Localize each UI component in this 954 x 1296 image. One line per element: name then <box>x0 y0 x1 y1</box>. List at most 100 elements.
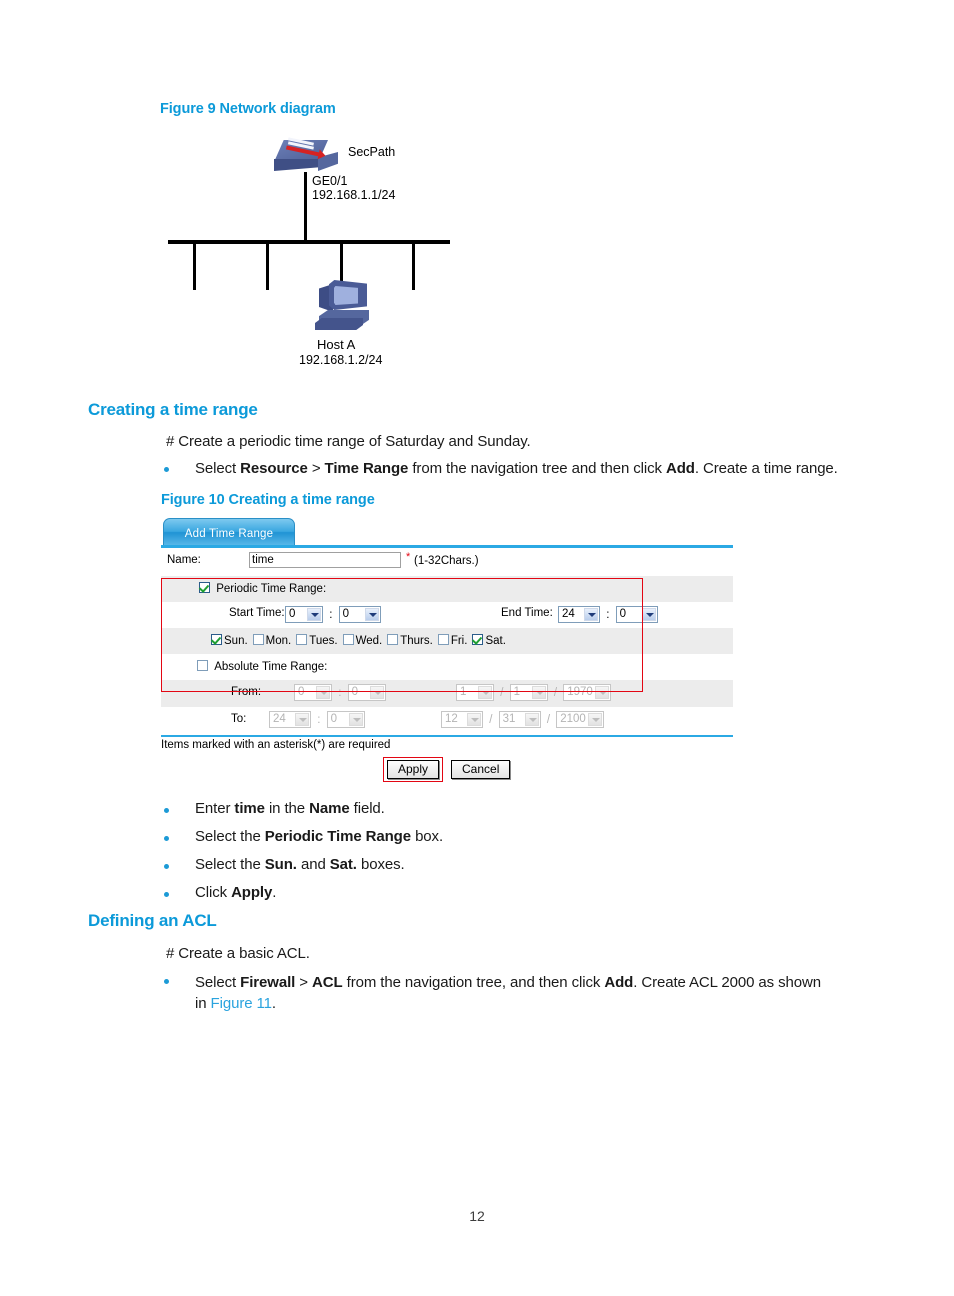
dialog-button-row: Apply Cancel <box>161 755 733 785</box>
cancel-button[interactable]: Cancel <box>451 760 511 779</box>
chevron-down-icon <box>524 713 539 726</box>
start-minute-select[interactable]: 0 <box>338 606 381 623</box>
from-hour-select[interactable]: 0 <box>294 684 332 701</box>
cancel-button-wrap: Cancel <box>451 760 511 779</box>
end-time-label: End Time: <box>501 607 553 619</box>
to-year-select[interactable]: 2100 <box>556 711 605 728</box>
text-box: box. <box>411 828 444 845</box>
bullet-icon <box>164 864 169 869</box>
chevron-down-icon <box>467 713 481 726</box>
to-date-separator-2: / <box>546 713 551 726</box>
from-year-value: 1970 <box>567 686 593 698</box>
from-month-value: 1 <box>460 686 467 698</box>
from-minute-select[interactable]: 0 <box>347 684 386 701</box>
absolute-time-range-row: Absolute Time Range: <box>161 654 733 680</box>
figure-10-caption: Figure 10 Creating a time range <box>161 492 375 508</box>
text-from-nav: from the navigation tree and then click <box>408 460 667 477</box>
to-hour-select[interactable]: 24 <box>269 711 311 728</box>
text-create-acl: . Create ACL 2000 as shown <box>633 974 821 991</box>
name-row: Name: * (1-32Chars.) <box>161 548 733 576</box>
text-in-the: in the <box>264 800 310 817</box>
text-field: field. <box>349 800 385 817</box>
weekday-sat-checkbox[interactable] <box>472 634 484 645</box>
apply-button[interactable]: Apply <box>387 760 440 779</box>
chevron-down-icon <box>588 713 603 726</box>
host-a-icon <box>315 280 377 336</box>
bus-drop-wire-3 <box>340 244 343 284</box>
text-enter: Enter <box>195 800 235 817</box>
acl-step-bullet: Select Firewall > ACL from the navigatio… <box>195 972 865 1014</box>
from-minute-value: 0 <box>351 686 359 698</box>
weekday-wed-label: Wed. <box>355 635 383 647</box>
text-firewall: Firewall <box>240 974 296 991</box>
chevron-down-icon <box>584 608 598 621</box>
weekday-sun-item: Sun. <box>211 634 248 647</box>
text-apply: Apply <box>231 884 273 901</box>
periodic-time-range-row: Periodic Time Range: <box>161 576 733 602</box>
to-day-select[interactable]: 31 <box>498 711 541 728</box>
from-label: From: <box>231 686 262 698</box>
weekday-mon-label: Mon. <box>265 635 292 647</box>
text-and: and <box>296 856 330 873</box>
weekday-thurs-label: Thurs. <box>400 635 433 647</box>
start-hour-value: 0 <box>289 608 296 620</box>
name-label: Name: <box>167 554 201 566</box>
weekday-thurs-item: Thurs. <box>387 634 433 647</box>
weekday-sat-label: Sat. <box>485 635 506 647</box>
start-time-label: Start Time: <box>229 607 285 619</box>
figure-11-link[interactable]: Figure 11 <box>211 995 272 1012</box>
weekday-tues-checkbox[interactable] <box>296 634 308 645</box>
name-required-asterisk: * <box>406 551 411 563</box>
bullet-icon <box>164 979 169 984</box>
weekday-mon-item: Mon. <box>252 634 292 647</box>
chevron-down-icon <box>316 686 330 699</box>
end-minute-select[interactable]: 0 <box>615 606 658 623</box>
name-input[interactable] <box>249 552 401 568</box>
weekday-tues-item: Tues. <box>296 634 338 647</box>
text-resource: Resource <box>240 460 308 477</box>
absolute-time-range-label: Absolute Time Range: <box>214 661 328 673</box>
step-select-sun-sat: Select the Sun. and Sat. boxes. <box>195 856 405 873</box>
bus-drop-wire-4 <box>412 244 415 290</box>
figure-9-caption: Figure 9 Network diagram <box>160 101 336 117</box>
weekday-wed-checkbox[interactable] <box>342 634 354 645</box>
start-hour-select[interactable]: 0 <box>285 606 323 623</box>
time-range-step-bullet: Select Resource > Time Range from the na… <box>195 460 838 477</box>
required-fields-note: Items marked with an asterisk(*) are req… <box>161 739 391 751</box>
end-time-separator: : <box>606 608 610 621</box>
from-day-select[interactable]: 1 <box>509 684 548 701</box>
weekday-fri-checkbox[interactable] <box>437 634 449 645</box>
end-hour-select[interactable]: 24 <box>558 606 600 623</box>
time-range-comment-line: # Create a periodic time range of Saturd… <box>166 433 531 450</box>
periodic-time-range-checkbox[interactable] <box>199 582 210 593</box>
text-period: . <box>271 995 276 1012</box>
absolute-time-range-checkbox[interactable] <box>197 660 208 671</box>
interface-ip-label: 192.168.1.1/24 <box>312 188 396 202</box>
to-hour-value: 24 <box>273 713 286 725</box>
step-enter-time: Enter time in the Name field. <box>195 800 385 817</box>
from-date-separator-2: / <box>553 686 558 699</box>
text-click: Click <box>195 884 232 901</box>
chevron-down-icon <box>369 686 384 699</box>
from-month-select[interactable]: 1 <box>456 684 494 701</box>
periodic-time-range-label: Periodic Time Range: <box>216 583 327 595</box>
heading-defining-an-acl: Defining an ACL <box>88 911 217 930</box>
weekday-wed-item: Wed. <box>342 634 383 647</box>
weekday-mon-checkbox[interactable] <box>252 634 264 645</box>
text-gt: > <box>295 974 313 991</box>
heading-creating-a-time-range: Creating a time range <box>88 400 258 419</box>
chevron-down-icon <box>307 608 321 621</box>
to-minute-select[interactable]: 0 <box>326 711 365 728</box>
text-period: . <box>272 884 277 901</box>
weekday-sat-item: Sat. <box>472 634 506 647</box>
weekday-sun-checkbox[interactable] <box>211 634 222 645</box>
add-time-range-dialog: Add Time Range Name: * (1-32Chars.) Peri… <box>161 518 733 785</box>
host-a-ip-label: 192.168.1.2/24 <box>299 353 383 367</box>
page-number: 12 <box>469 1208 485 1224</box>
text-name-field: Name <box>309 800 350 817</box>
from-year-select[interactable]: 1970 <box>563 684 612 701</box>
to-month-select[interactable]: 12 <box>441 711 483 728</box>
weekday-fri-label: Fri. <box>450 635 468 647</box>
weekday-thurs-checkbox[interactable] <box>387 634 399 645</box>
tab-add-time-range[interactable]: Add Time Range <box>163 518 295 545</box>
